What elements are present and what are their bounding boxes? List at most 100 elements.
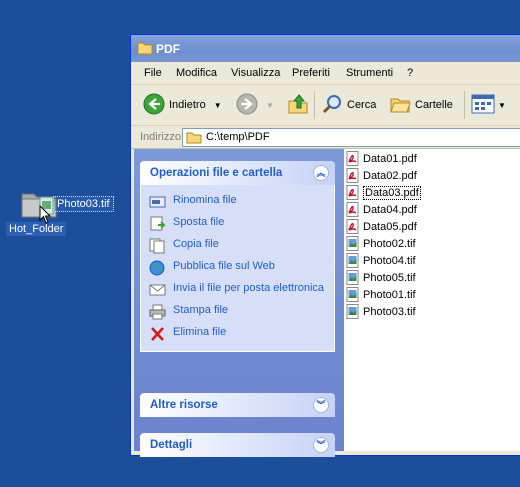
task-copy[interactable]: Copia file <box>141 235 334 257</box>
file-tasks-body: Rinomina file Sposta file Copia file Pub… <box>140 185 335 352</box>
copy-icon <box>149 238 167 254</box>
dragged-file-label: Photo03.tif <box>53 196 114 212</box>
file-item[interactable]: Photo04.tif <box>346 252 416 269</box>
menu-file[interactable]: File <box>144 67 162 79</box>
details-panel: Dettagli ︾ <box>140 433 335 457</box>
title-bar[interactable]: PDF <box>131 35 520 62</box>
file-item[interactable]: Photo05.tif <box>346 269 416 286</box>
hot-folder-label[interactable]: Hot_Folder <box>6 222 67 236</box>
file-name: Data01.pdf <box>363 152 417 165</box>
address-field[interactable]: C:\temp\PDF <box>182 128 520 147</box>
file-name: Photo01.tif <box>363 288 416 301</box>
file-item[interactable]: Data03.pdf <box>346 184 421 201</box>
back-arrow-icon <box>143 93 165 118</box>
explorer-window: PDF File Modifica Visualizza Preferiti S… <box>130 34 520 457</box>
globe-icon <box>149 260 167 276</box>
other-places-title: Altre risorse <box>150 399 218 411</box>
task-label: Elimina file <box>173 326 227 338</box>
file-name: Photo03.tif <box>363 305 416 318</box>
back-button[interactable]: Indietro ▼ <box>143 93 222 117</box>
other-places-header[interactable]: Altre risorse ︾ <box>140 393 335 417</box>
pdf-file-icon <box>346 168 360 183</box>
address-bar: Indirizzo C:\temp\PDF <box>131 126 520 149</box>
other-places-panel: Altre risorse ︾ <box>140 393 335 417</box>
pdf-file-icon <box>346 219 360 234</box>
expand-chevron-icon[interactable]: ︾ <box>313 437 329 453</box>
folder-icon <box>186 131 202 147</box>
file-list: Data01.pdf Data02.pdf Data03.pdf Data04.… <box>344 149 520 451</box>
mouse-cursor-icon <box>39 204 53 228</box>
toolbar-separator <box>464 91 465 119</box>
forward-dropdown-icon[interactable]: ▼ <box>266 101 274 110</box>
forward-button[interactable]: ▼ <box>236 93 274 117</box>
file-name: Photo05.tif <box>363 271 416 284</box>
move-icon <box>149 216 167 232</box>
mail-icon <box>149 282 167 298</box>
menu-tools[interactable]: Strumenti <box>346 67 393 79</box>
image-file-icon <box>346 270 360 285</box>
menu-view[interactable]: Visualizza <box>231 67 280 79</box>
file-item[interactable]: Data05.pdf <box>346 218 417 235</box>
delete-icon <box>149 326 167 342</box>
expand-chevron-icon[interactable]: ︾ <box>313 397 329 413</box>
back-dropdown-icon[interactable]: ▼ <box>214 101 222 110</box>
task-label: Rinomina file <box>173 194 237 206</box>
details-header[interactable]: Dettagli ︾ <box>140 433 335 457</box>
menu-help[interactable]: ? <box>407 67 413 79</box>
file-name: Data05.pdf <box>363 220 417 233</box>
image-file-icon <box>346 304 360 319</box>
pdf-file-icon <box>346 185 360 200</box>
file-name: Data02.pdf <box>363 169 417 182</box>
folders-label: Cartelle <box>415 99 453 111</box>
collapse-chevron-icon[interactable]: ︽ <box>313 165 329 181</box>
file-tasks-title: Operazioni file e cartella <box>150 167 283 179</box>
file-tasks-header[interactable]: Operazioni file e cartella ︽ <box>140 161 335 185</box>
folders-button[interactable]: Cartelle <box>389 93 453 117</box>
printer-icon <box>149 304 167 320</box>
task-label: Sposta file <box>173 216 225 228</box>
task-label: Invia il file per posta elettronica <box>173 282 325 294</box>
task-email[interactable]: Invia il file per posta elettronica <box>141 279 334 301</box>
task-label: Stampa file <box>173 304 229 316</box>
image-file-icon <box>346 253 360 268</box>
toolbar-separator <box>314 91 315 119</box>
folder-icon <box>137 41 153 58</box>
file-item[interactable]: Photo02.tif <box>346 235 416 252</box>
search-button[interactable]: Cerca <box>321 93 376 117</box>
toolbar: Indietro ▼ ▼ Cerca Cartelle ▼ <box>131 85 520 126</box>
file-name: Photo04.tif <box>363 254 416 267</box>
menu-bar: File Modifica Visualizza Preferiti Strum… <box>131 62 520 85</box>
views-dropdown-icon[interactable]: ▼ <box>498 101 506 110</box>
rename-icon <box>149 194 167 210</box>
menu-edit[interactable]: Modifica <box>176 67 217 79</box>
file-item[interactable]: Data02.pdf <box>346 167 417 184</box>
forward-arrow-icon <box>236 93 258 118</box>
image-file-icon <box>346 287 360 302</box>
address-path: C:\temp\PDF <box>206 131 270 143</box>
address-label: Indirizzo <box>140 131 181 143</box>
task-move[interactable]: Sposta file <box>141 213 334 235</box>
task-rename[interactable]: Rinomina file <box>141 191 334 213</box>
image-file-icon <box>346 236 360 251</box>
search-icon <box>321 93 343 118</box>
up-folder-button[interactable] <box>287 93 309 117</box>
folders-icon <box>389 93 411 118</box>
task-pane: Operazioni file e cartella ︽ Rinomina fi… <box>134 149 344 457</box>
task-publish-web[interactable]: Pubblica file sul Web <box>141 257 334 279</box>
up-folder-icon <box>287 93 309 118</box>
task-delete[interactable]: Elimina file <box>141 323 334 345</box>
task-print[interactable]: Stampa file <box>141 301 334 323</box>
file-name: Data03.pdf <box>363 185 421 200</box>
views-button[interactable]: ▼ <box>471 93 506 117</box>
window-title: PDF <box>156 42 180 56</box>
details-title: Dettagli <box>150 439 193 451</box>
task-label: Copia file <box>173 238 219 250</box>
file-item[interactable]: Photo03.tif <box>346 303 416 320</box>
menu-favorites[interactable]: Preferiti <box>292 67 330 79</box>
pdf-file-icon <box>346 151 360 166</box>
back-label: Indietro <box>169 99 206 111</box>
task-label: Pubblica file sul Web <box>173 260 275 272</box>
file-item[interactable]: Photo01.tif <box>346 286 416 303</box>
file-item[interactable]: Data01.pdf <box>346 150 417 167</box>
file-item[interactable]: Data04.pdf <box>346 201 417 218</box>
